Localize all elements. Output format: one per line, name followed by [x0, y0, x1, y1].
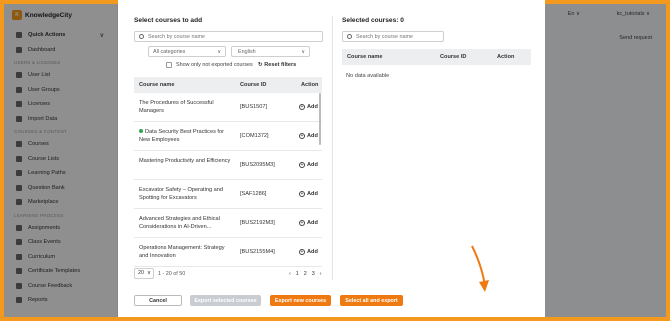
course-name: Advanced Strategies and Ethical Consider…: [139, 215, 235, 231]
page-link[interactable]: 3: [312, 271, 315, 277]
add-course-button[interactable]: + Add: [299, 248, 318, 255]
table-row: Operations Management: Strategy and Inno…: [134, 238, 322, 267]
left-search-box[interactable]: [134, 31, 323, 42]
next-page-icon[interactable]: ›: [320, 271, 322, 277]
table-row: Mastering Productivity and Efficiency [BU…: [134, 151, 322, 180]
not-exported-filter[interactable]: Show only not exported courses: [166, 62, 253, 68]
pagination: 20 ∨ 1 - 20 of 50 ‹ 1 2 3 ›: [134, 268, 322, 280]
not-exported-checkbox[interactable]: [166, 62, 172, 68]
course-id: [BUS2192M3]: [240, 219, 275, 226]
column-course-id: Course ID: [240, 82, 267, 88]
column-action: Action: [301, 82, 319, 88]
table-row: The Procedures of Successful Managers [BU…: [134, 93, 322, 122]
add-label: Add: [307, 132, 318, 139]
search-icon: [347, 34, 352, 39]
add-course-button[interactable]: + Add: [299, 132, 318, 139]
chevron-down-icon: ∨: [301, 49, 305, 55]
chevron-down-icon: ∨: [147, 270, 151, 276]
left-table-header: Course name Course ID Action: [134, 77, 322, 93]
course-name-text: Data Security Best Practices for New Emp…: [139, 129, 224, 143]
course-name: Mastering Productivity and Efficiency: [139, 157, 235, 165]
status-dot-icon: [139, 129, 143, 133]
course-name-text: Advanced Strategies and Ethical Consider…: [139, 216, 220, 230]
plus-circle-icon: +: [299, 161, 305, 168]
add-label: Add: [307, 219, 318, 226]
add-course-button[interactable]: + Add: [299, 190, 318, 197]
reset-filters-label: Reset filters: [264, 62, 297, 68]
add-label: Add: [307, 248, 318, 255]
prev-page-icon[interactable]: ‹: [289, 271, 291, 277]
course-id: [COM1372]: [240, 132, 269, 139]
category-select[interactable]: All categories ∨: [148, 46, 226, 57]
page-link[interactable]: 1: [296, 271, 299, 277]
add-course-button[interactable]: + Add: [299, 161, 318, 168]
export-selected-button[interactable]: Export selected courses: [190, 295, 261, 306]
left-panel-title: Select courses to add: [134, 17, 203, 24]
language-select-value: English: [238, 48, 256, 55]
empty-state-text: No data available: [346, 73, 390, 79]
plus-circle-icon: +: [299, 219, 305, 226]
plus-circle-icon: +: [299, 132, 305, 139]
add-label: Add: [307, 190, 318, 197]
add-course-button[interactable]: + Add: [299, 219, 318, 226]
right-table-header: Course name Course ID Action: [342, 49, 531, 65]
category-select-value: All categories: [153, 48, 186, 55]
search-icon: [139, 34, 144, 39]
plus-circle-icon: +: [299, 103, 305, 110]
panel-divider: [332, 16, 333, 280]
left-search-input[interactable]: [148, 33, 298, 40]
per-page-select[interactable]: 20 ∨: [134, 268, 154, 279]
right-search-input[interactable]: [356, 33, 436, 40]
course-name-text: Operations Management: Strategy and Inno…: [139, 245, 225, 259]
course-name: The Procedures of Successful Managers: [139, 99, 235, 115]
chevron-down-icon: ∨: [217, 49, 221, 55]
course-name-text: The Procedures of Successful Managers: [139, 100, 214, 114]
page-link[interactable]: 2: [304, 271, 307, 277]
course-name: Excavator Safety – Operating and Spottin…: [139, 186, 235, 202]
column-action: Action: [497, 54, 515, 60]
page-links: ‹ 1 2 3 ›: [289, 271, 322, 277]
cancel-button[interactable]: Cancel: [134, 295, 182, 306]
pointer-arrow-icon: [471, 245, 489, 292]
course-id: [BUS2155M4]: [240, 248, 275, 255]
table-row: Advanced Strategies and Ethical Consider…: [134, 209, 322, 238]
course-id: [SAF1286]: [240, 190, 267, 197]
reset-filters-button[interactable]: ↻ Reset filters: [258, 62, 296, 68]
not-exported-checkbox-label: Show only not exported courses: [176, 62, 253, 68]
right-search-box[interactable]: [342, 31, 444, 42]
right-panel-title: Selected courses: 0: [342, 17, 404, 24]
course-name: Data Security Best Practices for New Emp…: [139, 128, 235, 144]
course-name: Operations Management: Strategy and Inno…: [139, 244, 235, 260]
export-courses-modal: Select courses to add Selected courses: …: [118, 0, 545, 317]
add-label: Add: [307, 103, 318, 110]
plus-circle-icon: +: [299, 190, 305, 197]
add-course-button[interactable]: + Add: [299, 103, 318, 110]
add-label: Add: [307, 161, 318, 168]
column-course-name: Course name: [139, 82, 175, 88]
table-row: Data Security Best Practices for New Emp…: [134, 122, 322, 151]
plus-circle-icon: +: [299, 248, 305, 255]
column-course-name: Course name: [347, 54, 383, 60]
export-new-button[interactable]: Export new courses: [270, 295, 331, 306]
column-course-id: Course ID: [440, 54, 467, 60]
table-scrollbar[interactable]: [319, 93, 321, 145]
per-page-value: 20: [138, 270, 144, 276]
course-id: [BUS2095M3]: [240, 161, 275, 168]
table-row: Excavator Safety – Operating and Spottin…: [134, 180, 322, 209]
refresh-icon: ↻: [258, 62, 263, 68]
pagination-range: 1 - 20 of 50: [158, 271, 186, 277]
course-id: [BUS1507]: [240, 103, 268, 110]
language-select[interactable]: English ∨: [231, 46, 310, 57]
course-name-text: Excavator Safety – Operating and Spottin…: [139, 187, 223, 201]
select-all-export-button[interactable]: Select all and export: [340, 295, 403, 306]
course-name-text: Mastering Productivity and Efficiency: [139, 158, 231, 164]
